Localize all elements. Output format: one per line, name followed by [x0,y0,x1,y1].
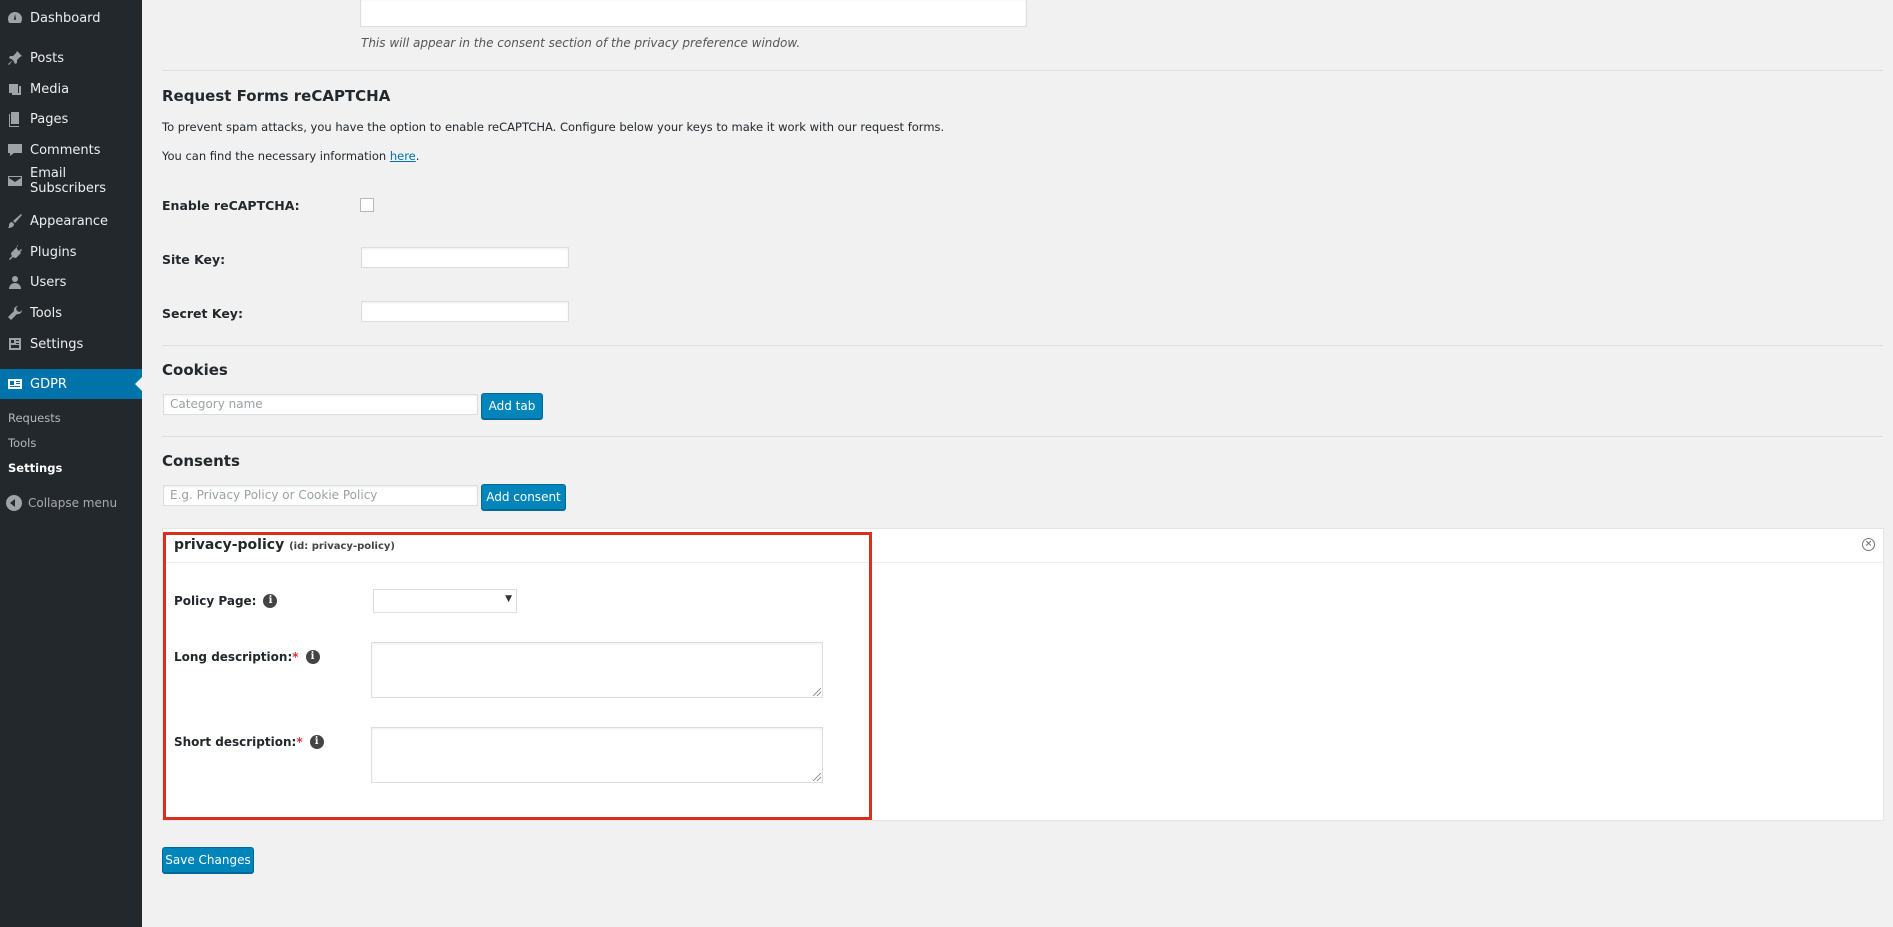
add-tab-button[interactable]: Add tab [481,393,543,419]
menu-label: Plugins [30,244,77,260]
submenu-requests[interactable]: Requests [8,411,61,425]
menu-label: Tools [30,305,63,321]
separator [162,345,1883,346]
pin-icon [0,43,30,73]
consent-hint: This will appear in the consent section … [361,36,801,50]
consent-name-input[interactable]: E.g. Privacy Policy or Cookie Policy [163,485,478,506]
menu-label: Media [30,81,70,97]
menu-media[interactable]: Media [0,74,142,104]
menu-settings[interactable]: Settings [0,329,142,359]
add-consent-button[interactable]: Add consent [481,484,566,510]
menu-comments[interactable]: Comments [0,135,142,165]
menu-users[interactable]: Users [0,267,142,297]
close-icon[interactable]: × [1862,538,1875,551]
consents-title: Consents [162,452,240,470]
menu-posts[interactable]: Posts [0,43,142,73]
collapse-icon [6,495,22,511]
menu-label: Appearance [30,213,109,229]
separator [162,436,1883,437]
secret-key-input[interactable] [361,301,569,322]
site-key-label: Site Key: [162,252,226,267]
submenu-settings[interactable]: Settings [8,461,62,475]
menu-label: Settings [30,336,84,352]
recaptcha-info: You can find the necessary information h… [162,149,420,163]
menu-label: Comments [30,142,101,158]
menu-tools[interactable]: Tools [0,298,142,328]
user-icon [0,267,30,297]
menu-label: Posts [30,50,64,66]
menu-label: Pages [30,111,69,127]
recaptcha-title: Request Forms reCAPTCHA [162,87,391,105]
highlight-box [163,532,872,820]
id-card-icon [0,369,30,399]
consent-text-textarea[interactable] [360,0,1027,27]
menu-label: Users [30,274,67,290]
collapse-menu[interactable]: Collapse menu [0,492,117,514]
media-icon [0,74,30,104]
email-icon [0,166,30,196]
site-key-input[interactable] [361,247,569,268]
comment-icon [0,135,30,165]
wrench-icon [0,298,30,328]
plugin-icon [0,237,30,267]
admin-sidebar: Dashboard Posts Media Pages Comments Ema… [0,0,142,927]
menu-label: Dashboard [30,10,101,26]
cookies-title: Cookies [162,361,228,379]
category-name-input[interactable]: Category name [163,394,478,415]
separator [162,70,1883,71]
pages-icon [0,104,30,134]
secret-key-label: Secret Key: [162,306,243,321]
menu-gdpr[interactable]: GDPR [0,369,142,399]
dashboard-icon [0,3,30,33]
menu-pages[interactable]: Pages [0,104,142,134]
collapse-label: Collapse menu [28,496,118,510]
submenu-tools[interactable]: Tools [8,436,36,450]
menu-appearance[interactable]: Appearance [0,206,142,236]
recaptcha-description: To prevent spam attacks, you have the op… [162,120,945,134]
brush-icon [0,206,30,236]
here-link[interactable]: here [390,149,416,163]
save-changes-button[interactable]: Save Changes [162,847,254,873]
enable-recaptcha-label: Enable reCAPTCHA: [162,198,300,213]
enable-recaptcha-checkbox[interactable] [360,198,374,212]
menu-dashboard[interactable]: Dashboard [0,3,142,33]
settings-icon [0,329,30,359]
menu-plugins[interactable]: Plugins [0,237,142,267]
menu-label: GDPR [30,376,67,392]
menu-email-subscribers[interactable]: Email Subscribers [0,166,142,196]
menu-label: Email Subscribers [30,166,106,196]
